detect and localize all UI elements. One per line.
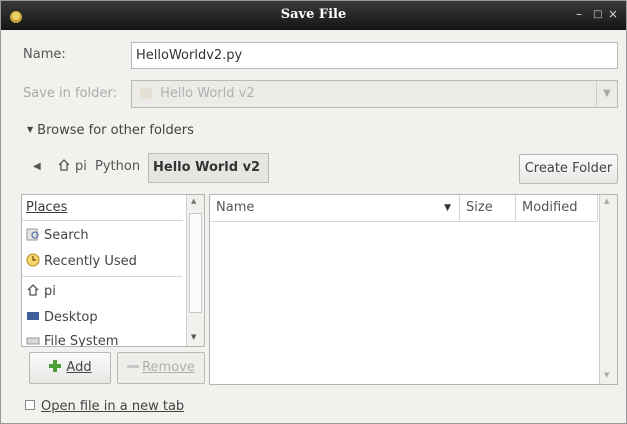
- browse-folders-label: Browse for other folders: [37, 123, 194, 138]
- breadcrumb-item-python[interactable]: Python: [91, 153, 144, 183]
- name-value: HelloWorldv2.py: [136, 48, 243, 63]
- place-item-file-system[interactable]: File System: [22, 329, 182, 347]
- column-header-size[interactable]: Size: [460, 195, 516, 221]
- places-scrollbar[interactable]: ▲ ▼: [186, 195, 204, 346]
- drive-icon: [26, 337, 40, 345]
- remove-place-button[interactable]: Remove: [117, 352, 205, 384]
- chevron-down-icon[interactable]: ▼: [596, 81, 617, 107]
- open-in-new-tab-checkbox[interactable]: [25, 400, 35, 410]
- save-in-folder-select[interactable]: Hello World v2 ▼: [131, 80, 618, 108]
- breadcrumb-item-hello-world-v2[interactable]: Hello World v2: [148, 153, 269, 183]
- scroll-down-icon[interactable]: ▼: [604, 371, 609, 379]
- place-item-pi[interactable]: pi: [22, 279, 182, 305]
- save-file-dialog: Save File – □ × Name: HelloWorldv2.py Sa…: [0, 0, 627, 424]
- places-panel: Places Search Recently Used pi Desktop F…: [21, 194, 205, 347]
- place-item-search[interactable]: Search: [22, 223, 182, 249]
- save-in-folder-value: Hello World v2: [160, 86, 255, 101]
- file-list-panel: Name ▼ Size Modified ▲ ▼: [209, 194, 618, 385]
- add-place-button[interactable]: Add: [29, 352, 111, 384]
- browse-folders-expander[interactable]: ▼ Browse for other folders: [27, 123, 194, 138]
- place-item-desktop[interactable]: Desktop: [22, 305, 182, 331]
- breadcrumb-item-pi[interactable]: pi: [53, 153, 91, 183]
- search-icon: [26, 228, 39, 241]
- places-scroll-thumb[interactable]: [189, 213, 202, 313]
- minus-icon: [127, 365, 140, 368]
- close-icon[interactable]: ×: [608, 7, 618, 21]
- create-folder-button[interactable]: Create Folder: [519, 154, 618, 184]
- name-label: Name:: [23, 47, 66, 62]
- folder-icon: [140, 88, 152, 99]
- file-list-body[interactable]: [210, 221, 598, 222]
- file-list-scrollbar[interactable]: ▲ ▼: [599, 195, 617, 384]
- sort-arrow-icon: ▼: [444, 203, 451, 213]
- place-item-recently-used[interactable]: Recently Used: [22, 249, 182, 275]
- expander-arrow-icon: ▼: [27, 125, 34, 134]
- open-in-new-tab-option[interactable]: Open file in a new tab: [25, 399, 184, 414]
- window-title: Save File: [280, 7, 347, 22]
- open-in-new-tab-label: Open file in a new tab: [41, 399, 185, 414]
- name-field[interactable]: HelloWorldv2.py: [131, 42, 618, 69]
- maximize-icon[interactable]: □: [593, 9, 602, 20]
- scroll-up-icon[interactable]: ▲: [191, 197, 196, 205]
- column-header-name[interactable]: Name ▼: [210, 195, 460, 221]
- column-header-modified[interactable]: Modified: [516, 195, 598, 221]
- places-divider: [22, 276, 182, 277]
- clock-icon: [26, 253, 40, 267]
- home-icon: [27, 284, 39, 296]
- minimize-icon[interactable]: –: [576, 7, 582, 21]
- save-in-folder-label: Save in folder:: [23, 86, 117, 101]
- plus-icon: [49, 360, 62, 372]
- breadcrumb-back-icon[interactable]: ◀: [29, 153, 45, 183]
- home-icon: [58, 159, 70, 171]
- desktop-icon: [27, 312, 39, 320]
- scroll-down-icon[interactable]: ▼: [191, 333, 196, 341]
- places-header: Places: [22, 195, 183, 221]
- scroll-up-icon[interactable]: ▲: [604, 197, 609, 205]
- title-bar[interactable]: Save File – □ ×: [1, 1, 626, 30]
